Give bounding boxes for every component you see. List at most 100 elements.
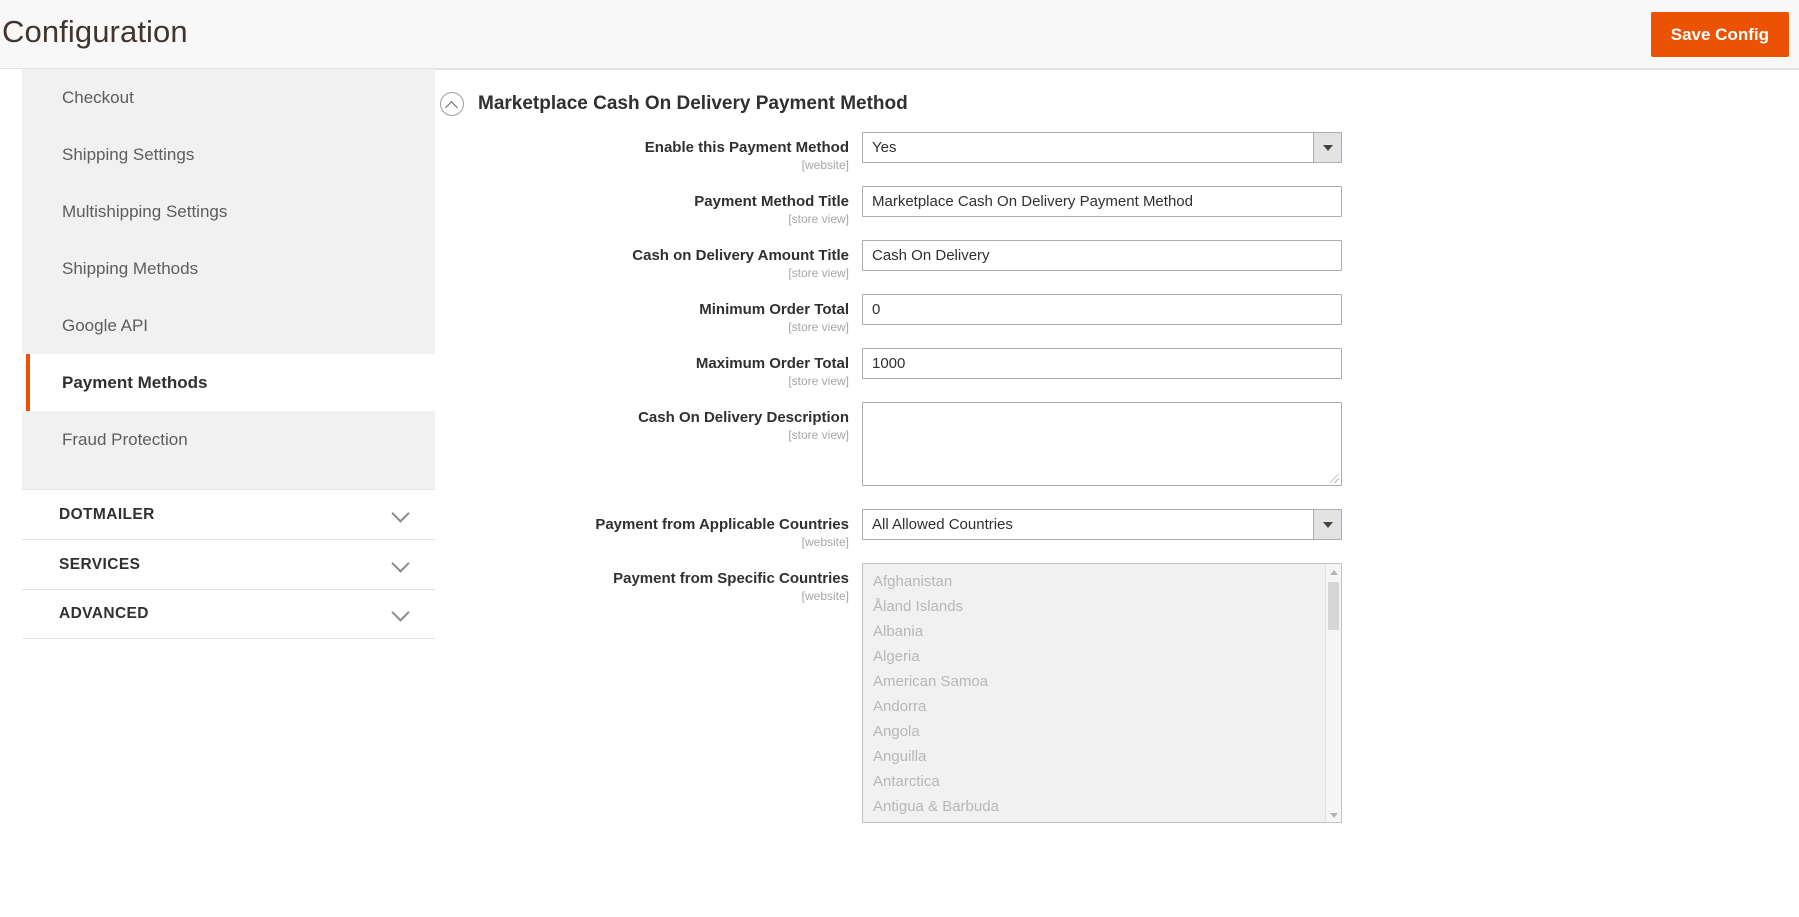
field-row-minimum-order-total: Minimum Order Total [store view] <box>435 294 1799 335</box>
select-value: Yes <box>872 139 897 156</box>
country-option[interactable]: Afghanistan <box>863 569 1341 594</box>
field-control-block: Yes <box>862 132 1342 163</box>
sidebar-item-shipping-settings[interactable]: Shipping Settings <box>22 126 435 183</box>
country-option[interactable]: Algeria <box>863 644 1341 669</box>
field-scope: [store view] <box>788 266 849 280</box>
sidebar-section-label: DOTMAILER <box>59 505 155 523</box>
country-option[interactable]: Albania <box>863 619 1341 644</box>
body-area: Checkout Shipping Settings Multishipping… <box>0 69 1799 917</box>
chevron-up-circle-icon <box>440 92 464 116</box>
chevron-down-icon <box>391 503 410 523</box>
country-option[interactable]: Angola <box>863 719 1341 744</box>
sidebar-item-payment-methods[interactable]: Payment Methods <box>22 354 435 411</box>
country-option[interactable]: Antigua & Barbuda <box>863 794 1341 819</box>
applicable-countries-select[interactable]: All Allowed Countries <box>862 509 1342 540</box>
sidebar-item-fraud-protection[interactable]: Fraud Protection <box>22 411 435 468</box>
field-label-block: Payment from Specific Countries [website… <box>435 563 862 604</box>
country-option[interactable]: American Samoa <box>863 669 1341 694</box>
field-label-block: Cash on Delivery Amount Title [store vie… <box>435 240 862 281</box>
cod-description-textarea[interactable] <box>862 402 1342 486</box>
sidebar-item-label: Multishipping Settings <box>62 201 228 221</box>
sidebar-item-checkout[interactable]: Checkout <box>22 69 435 126</box>
field-label-block: Payment from Applicable Countries [websi… <box>435 509 862 550</box>
page-title: Configuration <box>2 14 188 49</box>
sidebar-item-label: Checkout <box>62 87 134 107</box>
payment-method-form: Enable this Payment Method [website] Yes… <box>435 132 1799 836</box>
field-scope: [store view] <box>788 428 849 442</box>
chevron-down-icon[interactable] <box>1313 133 1341 162</box>
field-control-block: Afghanistan Åland Islands Albania Algeria Am… <box>862 563 1342 823</box>
specific-countries-multiselect[interactable]: Afghanistan Åland Islands Albania Algeria Am… <box>862 563 1342 823</box>
field-control-block <box>862 186 1342 217</box>
sidebar-section-label: ADVANCED <box>59 605 149 622</box>
sidebar-item-label: Shipping Settings <box>62 144 195 164</box>
sidebar-section-label: SERVICES <box>59 555 141 573</box>
field-row-cod-description: Cash On Delivery Description [store view… <box>435 402 1799 486</box>
field-label: Maximum Order Total <box>695 355 849 372</box>
save-config-button[interactable]: Save Config <box>1650 12 1789 57</box>
field-row-applicable-countries: Payment from Applicable Countries [websi… <box>435 509 1799 550</box>
minimum-order-total-input[interactable] <box>862 294 1342 325</box>
scroll-down-arrow-icon[interactable] <box>1326 808 1341 822</box>
field-label: Payment Method Title <box>694 193 849 210</box>
payment-method-title-input[interactable] <box>862 186 1342 217</box>
chevron-down-icon[interactable] <box>1313 510 1341 539</box>
country-list-scrollbar[interactable] <box>1325 564 1341 822</box>
config-sidebar: Checkout Shipping Settings Multishipping… <box>22 69 435 639</box>
country-option[interactable]: Andorra <box>863 694 1341 719</box>
section-header-toggle[interactable]: Marketplace Cash On Delivery Payment Met… <box>435 80 908 128</box>
country-option[interactable]: Antarctica <box>863 769 1341 794</box>
field-row-maximum-order-total: Maximum Order Total [store view] <box>435 348 1799 389</box>
field-label-block: Minimum Order Total [store view] <box>435 294 862 335</box>
field-label: Minimum Order Total <box>699 301 849 318</box>
field-label: Cash on Delivery Amount Title <box>632 247 849 264</box>
config-content-panel: Marketplace Cash On Delivery Payment Met… <box>435 69 1799 917</box>
sidebar-item-label: Payment Methods <box>62 372 208 392</box>
field-row-payment-method-title: Payment Method Title [store view] <box>435 186 1799 227</box>
field-row-cod-amount-title: Cash on Delivery Amount Title [store vie… <box>435 240 1799 281</box>
field-row-specific-countries: Payment from Specific Countries [website… <box>435 563 1799 823</box>
sidebar-item-label: Fraud Protection <box>62 429 188 449</box>
page-header: Configuration Save Config <box>0 0 1799 69</box>
field-label: Payment from Specific Countries <box>613 570 849 587</box>
field-label: Cash On Delivery Description <box>638 409 849 426</box>
field-scope: [store view] <box>788 320 849 334</box>
field-scope: [store view] <box>788 212 849 226</box>
sidebar-item-google-api[interactable]: Google API <box>22 297 435 354</box>
maximum-order-total-input[interactable] <box>862 348 1342 379</box>
scrollbar-thumb[interactable] <box>1328 582 1339 630</box>
cod-amount-title-input[interactable] <box>862 240 1342 271</box>
field-control-block <box>862 294 1342 325</box>
sidebar-item-multishipping-settings[interactable]: Multishipping Settings <box>22 183 435 240</box>
sidebar-item-shipping-methods[interactable]: Shipping Methods <box>22 240 435 297</box>
sidebar-spacer <box>22 468 435 489</box>
field-label-block: Maximum Order Total [store view] <box>435 348 862 389</box>
field-label-block: Payment Method Title [store view] <box>435 186 862 227</box>
field-label: Payment from Applicable Countries <box>595 516 849 533</box>
chevron-down-icon <box>391 603 410 622</box>
sidebar-section-services[interactable]: SERVICES <box>22 539 435 589</box>
field-label-block: Cash On Delivery Description [store view… <box>435 402 862 443</box>
field-control-block <box>862 348 1342 379</box>
field-control-block <box>862 402 1342 486</box>
field-row-enable-payment-method: Enable this Payment Method [website] Yes <box>435 132 1799 173</box>
chevron-down-icon <box>391 553 410 573</box>
field-scope: [store view] <box>788 374 849 388</box>
sidebar-item-label: Google API <box>62 315 149 335</box>
country-option[interactable]: Åland Islands <box>863 594 1341 619</box>
field-scope: [website] <box>801 535 849 549</box>
sidebar-section-advanced[interactable]: ADVANCED <box>22 589 435 639</box>
field-control-block: All Allowed Countries <box>862 509 1342 540</box>
enable-payment-method-select[interactable]: Yes <box>862 132 1342 163</box>
field-scope: [website] <box>801 158 849 172</box>
field-label: Enable this Payment Method <box>644 139 849 156</box>
sidebar-section-dotmailer[interactable]: DOTMAILER <box>22 489 435 539</box>
sidebar-item-label: Shipping Methods <box>62 258 199 278</box>
country-option[interactable]: Anguilla <box>863 744 1341 769</box>
country-option-list: Afghanistan Åland Islands Albania Algeria Am… <box>863 564 1341 819</box>
field-scope: [website] <box>801 589 849 603</box>
select-value: All Allowed Countries <box>872 516 1013 533</box>
field-label-block: Enable this Payment Method [website] <box>435 132 862 173</box>
scroll-up-arrow-icon[interactable] <box>1326 565 1341 580</box>
field-control-block <box>862 240 1342 271</box>
